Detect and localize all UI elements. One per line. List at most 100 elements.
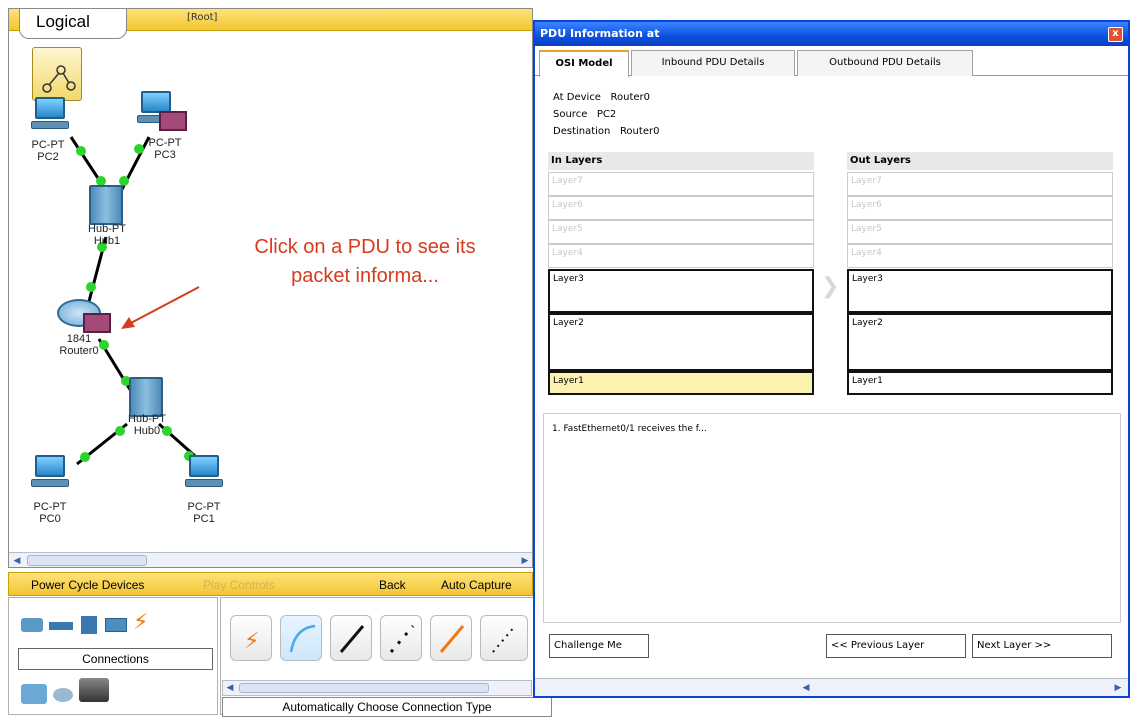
at-device-value: Router0 — [610, 92, 651, 103]
device-type: PC-PT — [31, 139, 65, 151]
device-name: PC3 — [154, 149, 176, 161]
wan-emulation-icon[interactable] — [53, 688, 73, 702]
pc-icon[interactable] — [185, 455, 223, 489]
scroll-thumb[interactable] — [27, 555, 147, 566]
pdu-envelope-icon[interactable] — [159, 111, 187, 131]
workspace-horizontal-scrollbar[interactable]: ◀ ▶ — [9, 552, 532, 567]
scroll-left-icon[interactable]: ◀ — [223, 681, 237, 695]
close-icon[interactable]: x — [1108, 27, 1123, 42]
scroll-left-icon[interactable]: ◀ — [799, 681, 813, 695]
back-button[interactable]: Back — [379, 578, 406, 592]
auto-connection-icon[interactable]: ⚡ — [230, 615, 272, 661]
device-name: Hub1 — [93, 235, 121, 247]
console-cable-icon[interactable] — [280, 615, 322, 661]
tab-osi-model[interactable]: OSI Model — [539, 50, 629, 77]
in-layer-3[interactable]: Layer3 — [548, 269, 814, 313]
device-type: Hub-PT — [128, 413, 166, 425]
pc1-label: PC-PT PC1 — [179, 501, 229, 525]
hub-icon[interactable] — [129, 377, 163, 417]
pdu-envelope-icon[interactable] — [83, 313, 111, 333]
dialog-title: PDU Information at — [540, 27, 660, 40]
device-type: 1841 — [66, 333, 92, 345]
source-value: PC2 — [596, 109, 617, 120]
out-layer-2[interactable]: Layer2 — [847, 313, 1113, 371]
scroll-right-icon[interactable]: ▶ — [1111, 681, 1125, 695]
phone-cable-icon[interactable] — [480, 615, 528, 661]
dialog-horizontal-scrollbar[interactable]: ◀ ▶ — [535, 678, 1128, 696]
destination-row: Destination Router0 — [553, 126, 659, 137]
layer-detail-text: 1. FastEthernet0/1 receives the f... — [543, 413, 1121, 623]
connections-category-label: Connections — [18, 648, 213, 670]
pc3-label: PC-PT PC3 — [135, 137, 195, 161]
tab-outbound-pdu-details[interactable]: Outbound PDU Details — [797, 50, 973, 76]
device-type: PC-PT — [148, 137, 182, 149]
out-layer-5[interactable]: Layer5 — [847, 220, 1113, 244]
hub1-label: Hub-PT Hub1 — [79, 223, 135, 247]
dialog-titlebar[interactable]: PDU Information at x — [535, 22, 1128, 46]
next-layer-button[interactable]: Next Layer >> — [972, 634, 1112, 658]
callout-line: packet informa... — [291, 265, 439, 287]
out-layer-1[interactable]: Layer1 — [847, 371, 1113, 395]
pc-icon[interactable] — [31, 97, 69, 131]
in-layer-7[interactable]: Layer7 — [548, 172, 814, 196]
source-label: Source — [553, 109, 588, 120]
device-name: PC1 — [193, 513, 215, 525]
fiber-cable-icon[interactable] — [430, 615, 472, 661]
power-cycle-button[interactable]: Power Cycle Devices — [31, 578, 144, 592]
in-layer-2[interactable]: Layer2 — [548, 313, 814, 371]
link-light — [80, 452, 90, 462]
connections-category-icon[interactable]: ⚡ — [133, 612, 148, 634]
hub-icon[interactable] — [89, 185, 123, 225]
device-type: Hub-PT — [88, 223, 126, 235]
in-layer-5[interactable]: Layer5 — [548, 220, 814, 244]
previous-layer-button[interactable]: << Previous Layer — [826, 634, 966, 658]
crossover-cable-icon[interactable] — [380, 615, 422, 661]
custom-devices-icon[interactable] — [79, 678, 109, 702]
straight-through-cable-icon[interactable] — [330, 615, 372, 661]
switch-category-icon[interactable] — [49, 622, 73, 630]
pc-icon[interactable] — [31, 455, 69, 489]
out-layer-3[interactable]: Layer3 — [847, 269, 1113, 313]
scroll-left-icon[interactable]: ◀ — [10, 554, 24, 567]
tab-inbound-pdu-details[interactable]: Inbound PDU Details — [631, 50, 795, 76]
realtime-toolbar: Power Cycle Devices Play Controls Back A… — [8, 572, 533, 596]
callout-tooltip: Click on a PDU to see its packet informa… — [215, 233, 515, 291]
in-layer-4[interactable]: Layer4 — [548, 244, 814, 268]
hub-category-icon[interactable] — [81, 616, 97, 634]
router0-label: 1841 Router0 — [49, 333, 109, 357]
pdu-tab-bar: OSI Model Inbound PDU Details Outbound P… — [535, 46, 1128, 77]
device-name: Router0 — [59, 345, 99, 357]
connection-types-scrollbar[interactable]: ◀ — [222, 680, 532, 696]
out-layer-4[interactable]: Layer4 — [847, 244, 1113, 268]
end-devices-category-icon[interactable] — [21, 684, 47, 704]
challenge-me-button[interactable]: Challenge Me — [549, 634, 649, 658]
layer-arrow-icon: ❯ — [821, 274, 840, 299]
in-layer-1[interactable]: Layer1 — [548, 371, 814, 395]
pdu-information-dialog: PDU Information at x OSI Model Inbound P… — [533, 20, 1130, 698]
router-category-icon[interactable] — [21, 618, 43, 632]
svg-text:⚡: ⚡ — [244, 629, 259, 654]
callout-line: Click on a PDU to see its — [254, 236, 476, 258]
at-device-row: At Device Router0 — [553, 92, 650, 103]
out-layer-7[interactable]: Layer7 — [847, 172, 1113, 196]
pc0-label: PC-PT PC0 — [25, 501, 75, 525]
logical-workspace[interactable]: Logical [Root] PC-PT PC2 PC-PT PC3 Hub-P… — [8, 8, 533, 568]
destination-label: Destination — [553, 126, 611, 137]
wireless-category-icon[interactable] — [105, 618, 127, 632]
in-layers-header: In Layers — [548, 152, 814, 170]
destination-value: Router0 — [619, 126, 660, 137]
out-layer-6[interactable]: Layer6 — [847, 196, 1113, 220]
hub0-label: Hub-PT Hub0 — [117, 413, 177, 437]
link-light — [76, 146, 86, 156]
device-name: Hub0 — [133, 425, 161, 437]
device-type: PC-PT — [33, 501, 67, 513]
scroll-right-icon[interactable]: ▶ — [518, 554, 532, 567]
device-type: PC-PT — [187, 501, 221, 513]
in-layer-6[interactable]: Layer6 — [548, 196, 814, 220]
auto-capture-button[interactable]: Auto Capture — [441, 578, 512, 592]
source-row: Source PC2 — [553, 109, 616, 120]
at-device-label: At Device — [553, 92, 601, 103]
scroll-thumb[interactable] — [239, 683, 489, 693]
device-name: PC2 — [37, 151, 59, 163]
link-light — [86, 282, 96, 292]
